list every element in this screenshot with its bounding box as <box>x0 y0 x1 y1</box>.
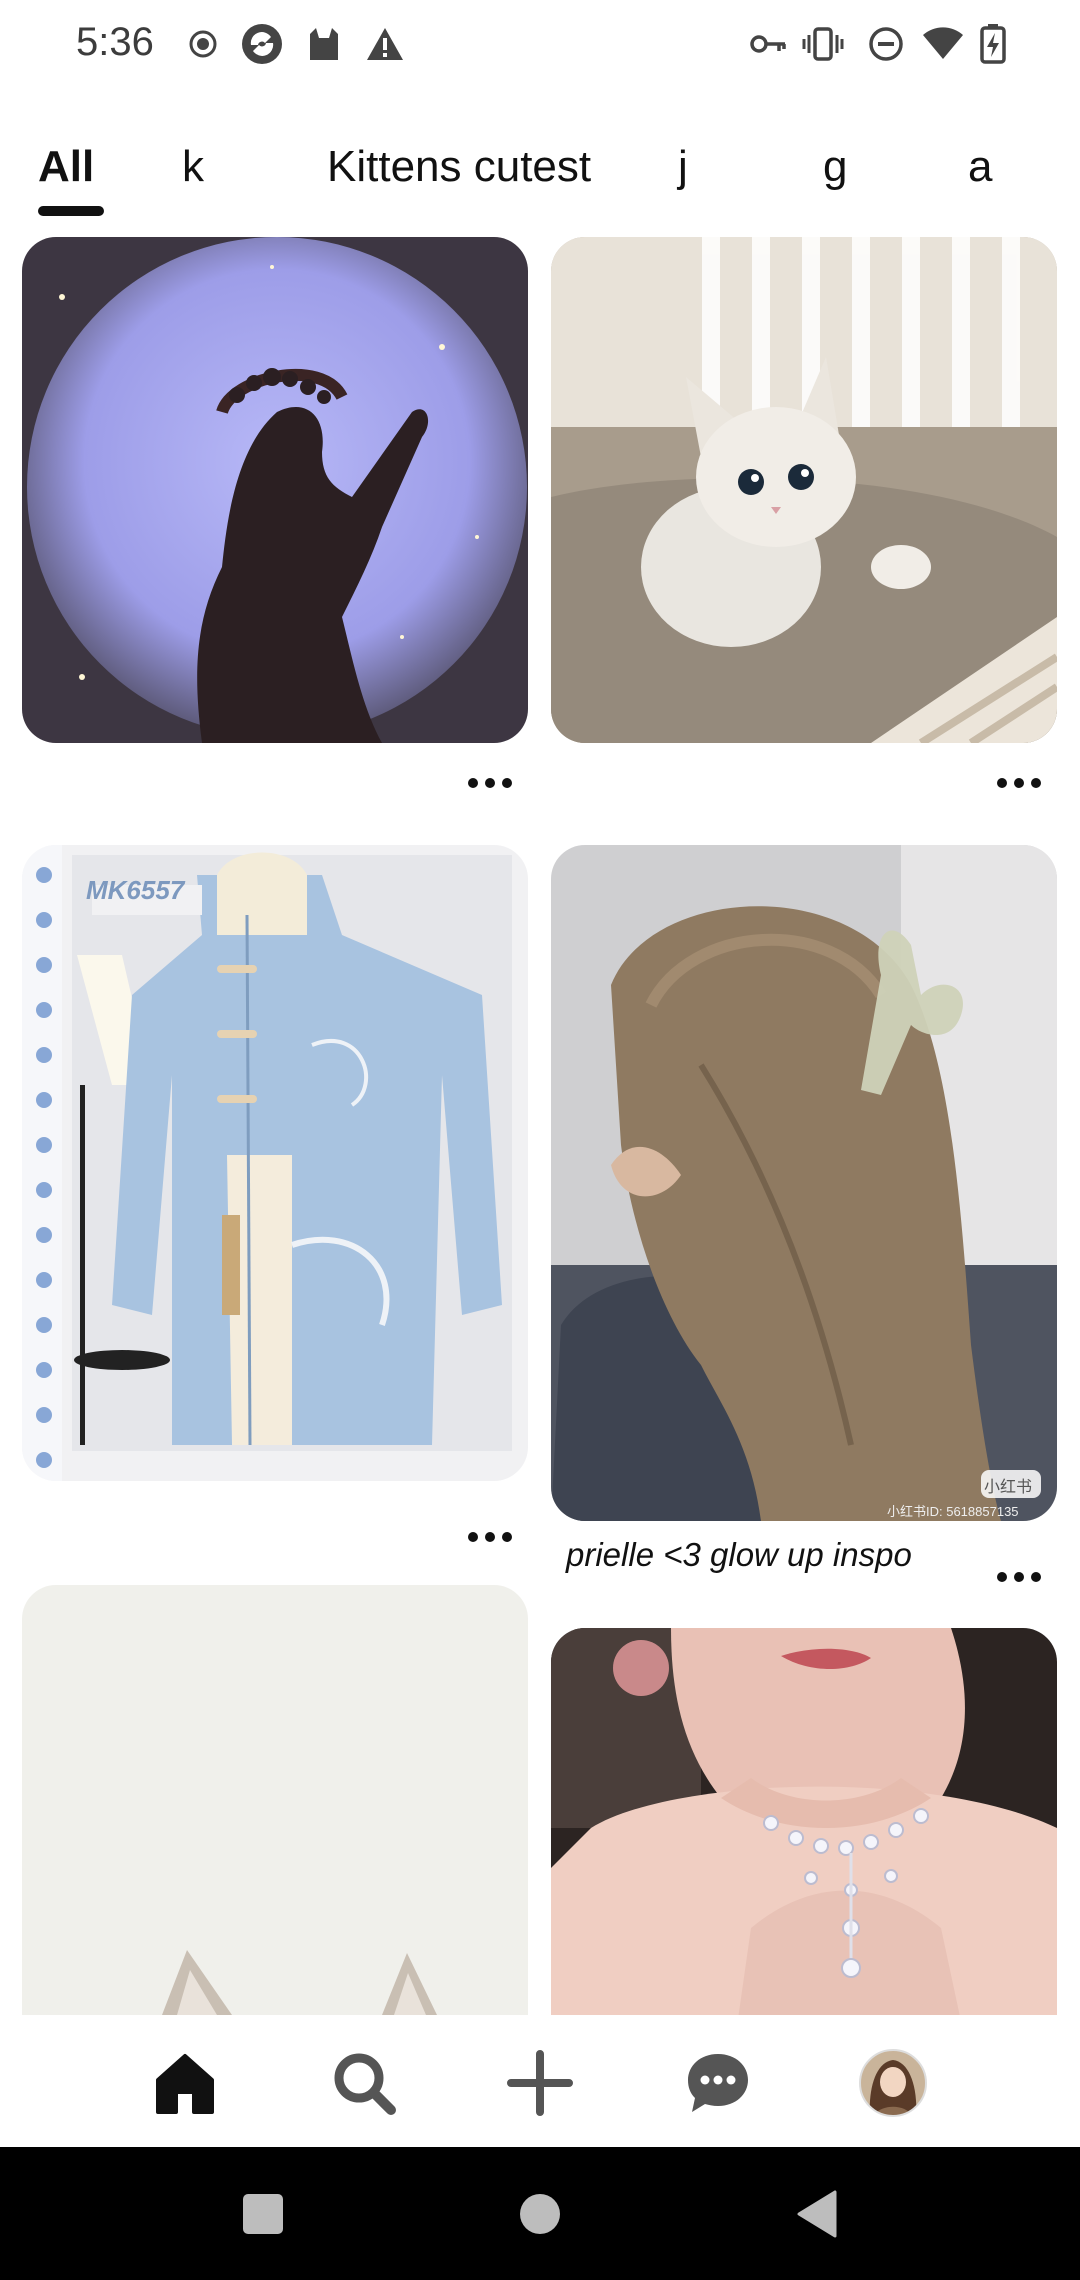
pin-image-hoodie-dress[interactable]: MK6557 <box>22 845 528 1481</box>
status-bar: 5:36 <box>0 0 1080 90</box>
watermark-text: 小红书 <box>984 1479 1033 1496</box>
pin-more-options-button[interactable] <box>989 768 1049 798</box>
tab-j[interactable]: j <box>678 142 688 192</box>
system-navigation-bar <box>0 2147 1080 2280</box>
home-button[interactable] <box>513 2187 567 2241</box>
vibrate-icon <box>802 22 844 66</box>
search-icon[interactable] <box>326 2045 402 2121</box>
board-tabs: All k Kittens cutest j g a <box>0 130 1080 230</box>
pin-feed[interactable]: MK6557 小红书 小红书ID: 5618857135 prielle <3 … <box>0 230 1080 2015</box>
pin-caption[interactable]: prielle <3 glow up inspo <box>566 1536 912 1574</box>
tab-a[interactable]: a <box>968 142 992 192</box>
watermark-id-text: 小红书ID: 5618857135 <box>887 1504 1019 1519</box>
tab-kittens-cutest[interactable]: Kittens cutest <box>327 142 591 192</box>
messages-icon[interactable] <box>680 2045 756 2121</box>
tab-k[interactable]: k <box>182 142 204 192</box>
pin-image-hair-clip[interactable]: 小红书 小红书ID: 5618857135 <box>551 845 1057 1521</box>
pin-image-tag-text: MK6557 <box>86 875 185 905</box>
warning-icon <box>364 22 406 66</box>
pin-image-cat-ears[interactable] <box>22 1585 528 2015</box>
recents-button[interactable] <box>236 2187 290 2241</box>
pin-more-options-button[interactable] <box>460 768 520 798</box>
cat-icon <box>304 22 344 66</box>
pin-image-kitten[interactable] <box>551 237 1057 743</box>
battery-charging-icon <box>978 22 1008 66</box>
status-time: 5:36 <box>76 20 154 64</box>
bottom-navigation <box>0 2015 1080 2147</box>
key-icon <box>748 22 788 66</box>
pin-more-options-button[interactable] <box>989 1562 1049 1592</box>
tab-g[interactable]: g <box>823 142 847 192</box>
pin-image-necklace[interactable] <box>551 1628 1057 2015</box>
tab-all[interactable]: All <box>38 142 94 192</box>
wifi-icon <box>920 22 966 66</box>
active-tab-indicator <box>38 206 104 216</box>
profile-avatar[interactable] <box>855 2045 931 2121</box>
do-not-disturb-icon <box>866 22 906 66</box>
pin-image-silhouette[interactable] <box>22 237 528 743</box>
back-button[interactable] <box>790 2187 844 2241</box>
add-icon[interactable] <box>502 2045 578 2121</box>
app-icon <box>240 22 284 66</box>
home-icon[interactable] <box>147 2045 223 2121</box>
pin-more-options-button[interactable] <box>460 1522 520 1552</box>
record-icon <box>186 22 220 66</box>
